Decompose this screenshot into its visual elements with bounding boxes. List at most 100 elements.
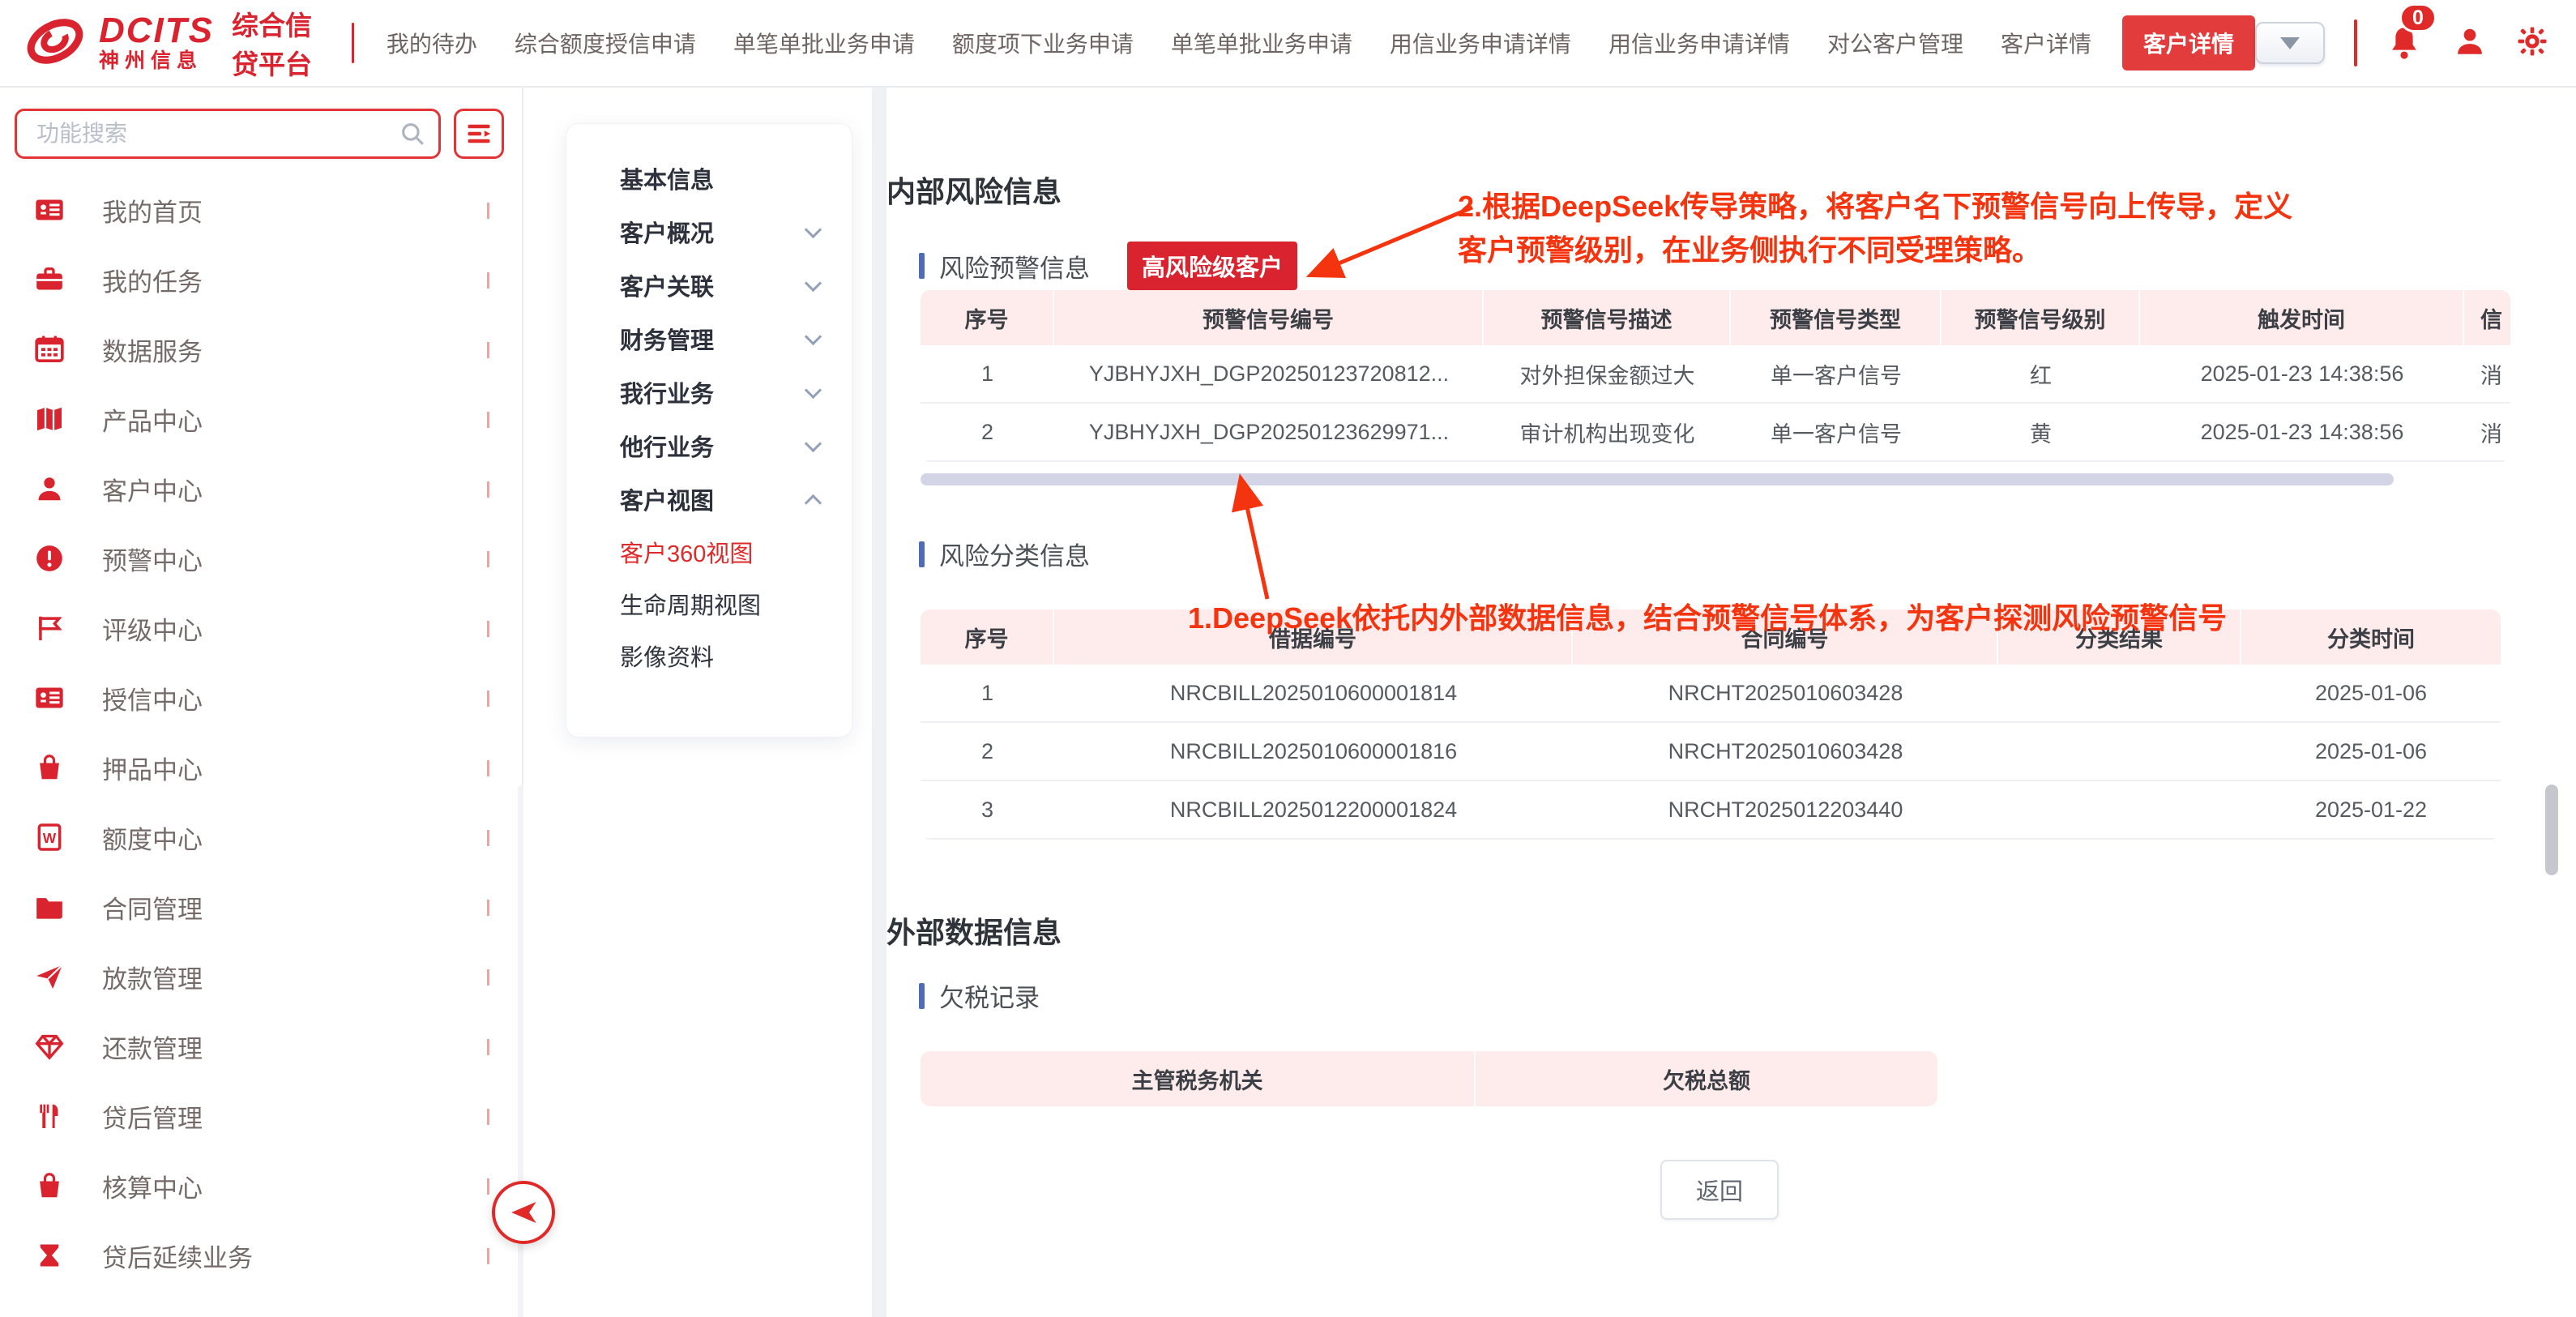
paper-plane-icon xyxy=(32,960,66,994)
active-tab-customer-detail[interactable]: 客户详情 xyxy=(2122,15,2255,71)
sidebar-item-contract-mgmt[interactable]: 合同管理 xyxy=(0,872,522,942)
chevron-down-icon xyxy=(487,621,489,637)
nav-tab-single-batch-2[interactable]: 单笔单批业务申请 xyxy=(1171,27,1352,59)
submenu-item-basic-info[interactable]: 基本信息 xyxy=(566,152,852,205)
chevron-down-icon xyxy=(487,203,489,219)
submenu-item-customer-view[interactable]: 客户视图 xyxy=(566,472,852,526)
nav-tab-corp-customer-mgmt[interactable]: 对公客户管理 xyxy=(1827,27,1963,59)
back-button[interactable]: 返回 xyxy=(1660,1160,1779,1220)
sidebar-item-data-service[interactable]: 数据服务 xyxy=(0,314,522,384)
external-data-title: 外部数据信息 xyxy=(886,909,2576,951)
nav-tab-single-batch-1[interactable]: 单笔单批业务申请 xyxy=(733,27,915,59)
dcits-swirl-logo-icon xyxy=(21,7,89,79)
sidebar-item-rating-center[interactable]: 评级中心 xyxy=(0,593,522,663)
tax-section-header: 欠税记录 xyxy=(886,977,2576,1014)
brand-subtitle: 神州信息 xyxy=(99,49,214,73)
table-row[interactable]: 3 NRCBILL2025012200001824 NRCHT202501220… xyxy=(921,781,2501,840)
sidebar-collapse-button[interactable] xyxy=(492,1181,555,1244)
table-header-row: 主管税务机关 欠税总额 xyxy=(921,1051,1937,1106)
table-row[interactable]: 1 NRCBILL2025010600001814 NRCHT202501060… xyxy=(921,665,2501,723)
function-search-input[interactable] xyxy=(15,109,441,159)
chevron-down-icon xyxy=(487,1109,489,1125)
flag-icon xyxy=(32,611,66,645)
nav-tab-customer-detail[interactable]: 客户详情 xyxy=(2001,27,2091,59)
nav-tab-loan-detail-1[interactable]: 用信业务申请详情 xyxy=(1390,27,1571,59)
brand-name: DCITS xyxy=(99,13,214,49)
user-profile-button[interactable] xyxy=(2453,24,2487,62)
sidebar-item-repayment-mgmt[interactable]: 还款管理 xyxy=(0,1011,522,1081)
submenu-item-lifecycle-view[interactable]: 生命周期视图 xyxy=(566,578,852,630)
panel-main-divider xyxy=(872,88,886,1317)
gear-icon xyxy=(2516,25,2548,58)
svg-text:W: W xyxy=(43,830,57,846)
menu-collapse-icon xyxy=(464,119,493,148)
nav-tab-under-limit[interactable]: 额度项下业务申请 xyxy=(952,27,1134,59)
left-sidebar: 我的首页 我的任务 数据服务 产品中心 xyxy=(0,88,523,1317)
sidebar-item-collateral-center[interactable]: 押品中心 xyxy=(0,733,522,802)
chevron-down-icon xyxy=(487,412,489,428)
sidebar-item-tasks[interactable]: 我的任务 xyxy=(0,245,522,314)
submenu-item-customer-relation[interactable]: 客户关联 xyxy=(566,259,852,312)
customer-view-menu-card: 基本信息 客户概况 客户关联 财务管理 我行业务 xyxy=(566,123,852,738)
risk-classification-table: 序号 借据编号 合同编号 分类结果 分类时间 1 NRCBILL20250106… xyxy=(921,609,2501,840)
sidebar-item-warning-center[interactable]: 预警中心 xyxy=(0,524,522,593)
submenu-item-our-bank-business[interactable]: 我行业务 xyxy=(566,366,852,419)
gem-icon xyxy=(32,1029,66,1063)
map-icon xyxy=(32,402,66,436)
chevron-down-icon xyxy=(487,551,489,567)
submenu-item-customer-360-view[interactable]: 客户360视图 xyxy=(566,526,852,578)
user-icon xyxy=(32,472,66,506)
customer-view-panel: 基本信息 客户概况 客户关联 财务管理 我行业务 xyxy=(523,88,872,1317)
sidebar-item-post-loan-mgmt[interactable]: 贷后管理 xyxy=(0,1081,522,1151)
hourglass-icon xyxy=(32,1238,66,1272)
chevron-down-icon xyxy=(487,760,489,776)
top-header: DCITS 神州信息 综合信贷平台 我的待办 综合额度授信申请 单笔单批业务申请… xyxy=(0,0,2576,88)
high-risk-customer-badge: 高风险级客户 xyxy=(1127,242,1297,290)
alert-circle-icon xyxy=(32,541,66,575)
menu-collapse-button[interactable] xyxy=(454,109,504,159)
shopping-bag-icon xyxy=(32,1169,66,1203)
briefcase-icon xyxy=(32,263,66,297)
nav-tab-credit-apply[interactable]: 综合额度授信申请 xyxy=(515,27,696,59)
page-scrollbar-thumb[interactable] xyxy=(2545,785,2558,875)
product-title: 综合信贷平台 xyxy=(232,4,327,82)
table-row[interactable]: 2 NRCBILL2025010600001816 NRCHT202501060… xyxy=(921,723,2501,781)
sidebar-item-accounting-center[interactable]: 核算中心 xyxy=(0,1151,522,1221)
section-accent-bar xyxy=(919,253,925,279)
chevron-down-icon xyxy=(487,1248,489,1264)
settings-button[interactable] xyxy=(2516,25,2548,62)
sidebar-item-customer-center[interactable]: 客户中心 xyxy=(0,454,522,524)
table-header-row: 序号 借据编号 合同编号 分类结果 分类时间 xyxy=(921,609,2501,665)
sidebar-item-limit-center[interactable]: W 额度中心 xyxy=(0,802,522,872)
notifications-button[interactable]: 0 xyxy=(2386,24,2424,62)
collapse-arrow-icon xyxy=(506,1195,540,1229)
nav-tab-my-todo[interactable]: 我的待办 xyxy=(387,27,477,59)
sidebar-item-post-loan-continuation[interactable]: 贷后延续业务 xyxy=(0,1221,522,1290)
main-content: 内部风险信息 风险预警信息 高风险级客户 序号 预警信号编号 预警信号描述 预警… xyxy=(886,88,2576,1317)
submenu-item-image-material[interactable]: 影像资料 xyxy=(566,630,852,682)
chevron-down-icon xyxy=(805,220,822,237)
table-row[interactable]: 1 YJBHYJXH_DGP20250123720812... 对外担保金额过大… xyxy=(921,345,2510,404)
word-document-icon: W xyxy=(32,820,66,854)
submenu-item-other-bank-business[interactable]: 他行业务 xyxy=(566,419,852,472)
nav-tab-loan-detail-2[interactable]: 用信业务申请详情 xyxy=(1608,27,1790,59)
sidebar-item-disbursement-mgmt[interactable]: 放款管理 xyxy=(0,942,522,1011)
chevron-down-icon xyxy=(805,434,822,451)
sidebar-item-product-center[interactable]: 产品中心 xyxy=(0,384,522,454)
table-header-row: 序号 预警信号编号 预警信号描述 预警信号类型 预警信号级别 触发时间 信 xyxy=(921,290,2510,345)
chevron-down-icon xyxy=(487,342,489,358)
table-horizontal-scrollbar[interactable] xyxy=(921,473,2394,485)
top-nav: 我的待办 综合额度授信申请 单笔单批业务申请 额度项下业务申请 单笔单批业务申请… xyxy=(387,27,2091,59)
header-divider xyxy=(352,23,354,63)
calendar-icon xyxy=(32,332,66,366)
tab-overflow-dropdown-button[interactable] xyxy=(2255,22,2325,64)
sidebar-item-credit-center[interactable]: 授信中心 xyxy=(0,663,522,733)
table-row[interactable]: 2 YJBHYJXH_DGP20250123629971... 审计机构出现变化… xyxy=(921,404,2510,462)
sidebar-item-home[interactable]: 我的首页 xyxy=(0,175,522,245)
chevron-down-icon xyxy=(805,274,822,291)
user-icon xyxy=(2453,24,2487,58)
chevron-down-icon xyxy=(2280,37,2300,49)
submenu-item-finance-mgmt[interactable]: 财务管理 xyxy=(566,312,852,366)
sidebar-menu: 我的首页 我的任务 数据服务 产品中心 xyxy=(0,175,522,1290)
submenu-item-customer-overview[interactable]: 客户概况 xyxy=(566,205,852,259)
